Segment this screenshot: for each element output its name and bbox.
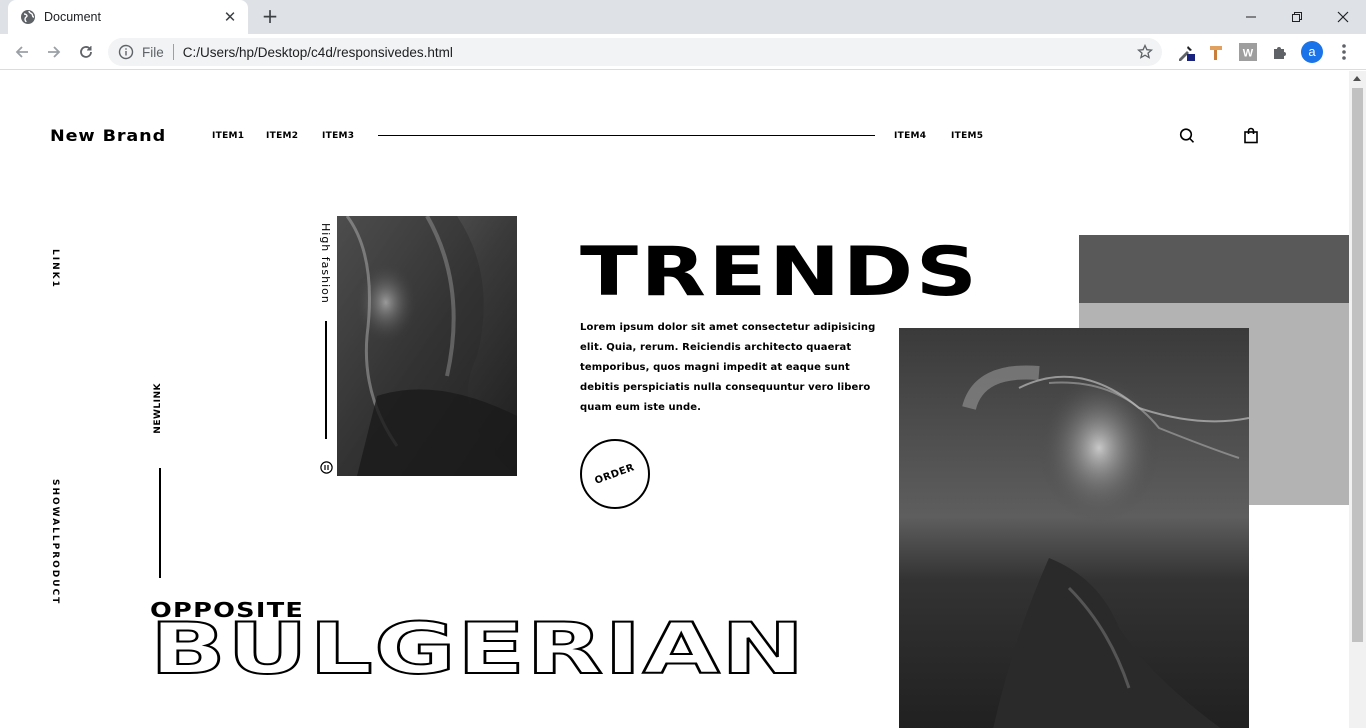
browser-tab[interactable]: Document ✕ — [8, 0, 248, 34]
profile-avatar[interactable]: a — [1301, 41, 1323, 63]
pause-icon[interactable] — [320, 461, 333, 474]
order-label: ORDER — [593, 461, 637, 487]
hero-title: TRENDS — [580, 233, 980, 312]
nav-divider-line — [378, 135, 875, 136]
order-button[interactable]: ORDER — [580, 439, 650, 509]
hammer-icon[interactable] — [1207, 42, 1227, 62]
bulgerian-heading: BULGERIAN — [149, 608, 806, 690]
high-fashion-line — [325, 321, 327, 439]
page-viewport: New Brand ITEM1 ITEM2 ITEM3 ITEM4 ITEM5 … — [0, 71, 1349, 728]
tab-title: Document — [44, 10, 101, 24]
close-icon — [1337, 11, 1349, 23]
forward-icon — [48, 46, 61, 58]
high-fashion-label: High fashion — [319, 223, 332, 304]
side-link-show-all-product[interactable]: SHOWALLPRODUCT — [50, 479, 60, 605]
omnibox-separator — [172, 44, 174, 60]
nav-item-5[interactable]: ITEM5 — [951, 131, 983, 141]
nav-item-4[interactable]: ITEM4 — [894, 131, 926, 141]
fashion-photo-large — [899, 328, 1249, 728]
url-text[interactable]: C:/Users/hp/Desktop/c4d/responsivedes.ht… — [183, 45, 453, 60]
reload-icon — [80, 46, 92, 58]
forward-button[interactable] — [42, 40, 66, 64]
search-icon[interactable] — [1179, 127, 1195, 144]
w-icon[interactable]: W — [1238, 42, 1258, 62]
brand-logo[interactable]: New Brand — [50, 126, 166, 145]
vertical-scrollbar[interactable] — [1349, 71, 1366, 728]
browser-tabstrip: Document ✕ + — [0, 0, 1366, 34]
nav-item-1[interactable]: ITEM1 — [212, 131, 244, 141]
nav-item-3[interactable]: ITEM3 — [322, 131, 354, 141]
reload-button[interactable] — [74, 40, 98, 64]
side-vertical-line — [159, 468, 161, 578]
restore-button[interactable] — [1274, 0, 1320, 34]
star-icon[interactable] — [1137, 44, 1153, 60]
fashion-photo-small — [337, 216, 517, 476]
address-bar[interactable]: File C:/Users/hp/Desktop/c4d/responsived… — [108, 38, 1162, 66]
svg-text:W: W — [1243, 48, 1254, 60]
bag-icon[interactable] — [1243, 127, 1259, 144]
puzzle-icon[interactable] — [1270, 42, 1290, 62]
side-link-newlink[interactable]: NEWLINK — [153, 383, 163, 434]
hero-body-text: Lorem ipsum dolor sit amet consectetur a… — [580, 322, 876, 413]
kebab-icon[interactable] — [1337, 42, 1351, 62]
close-window-button[interactable] — [1320, 0, 1366, 34]
back-icon — [15, 46, 28, 58]
tab-close-icon[interactable]: ✕ — [222, 8, 238, 26]
side-link-1[interactable]: LINK1 — [50, 249, 60, 289]
info-icon[interactable] — [118, 44, 134, 60]
back-button[interactable] — [10, 40, 34, 64]
dark-gray-block — [1079, 235, 1349, 303]
minimize-button[interactable] — [1228, 0, 1274, 34]
minimize-icon — [1246, 16, 1256, 18]
scrollbar-thumb[interactable] — [1352, 88, 1363, 642]
eyedropper-icon[interactable] — [1176, 42, 1196, 62]
scroll-up-icon[interactable] — [1353, 76, 1361, 81]
new-tab-button[interactable]: + — [259, 5, 281, 27]
scheme-label: File — [142, 44, 164, 60]
restore-icon — [1292, 12, 1302, 22]
nav-item-2[interactable]: ITEM2 — [266, 131, 298, 141]
browser-toolbar: File C:/Users/hp/Desktop/c4d/responsived… — [0, 34, 1366, 70]
globe-icon — [21, 10, 35, 24]
